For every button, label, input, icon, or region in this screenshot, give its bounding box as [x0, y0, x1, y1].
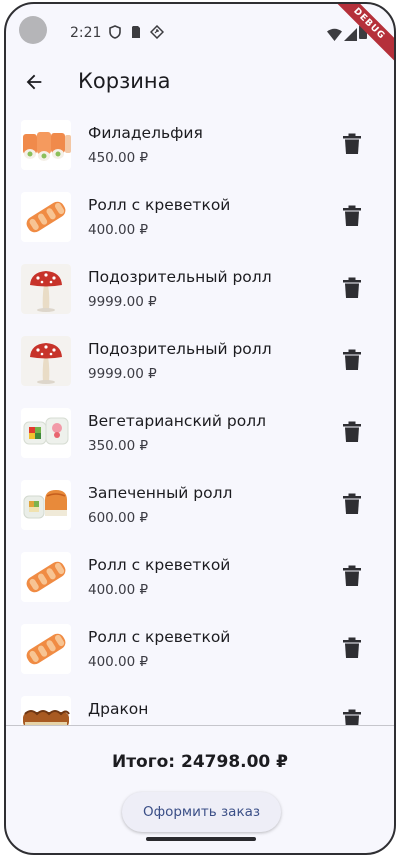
status-bar: 2:21	[6, 4, 394, 56]
item-price: 9999.00 ₽	[88, 366, 157, 382]
sim-card-icon	[129, 25, 143, 39]
delete-button[interactable]	[342, 277, 362, 299]
item-name: Вегетарианский ролл	[88, 412, 267, 430]
phone-frame: 2:21 DEBUG Корзина Филадельфия 450.00 ₽ …	[4, 2, 396, 855]
delete-button[interactable]	[342, 637, 362, 659]
item-price: 9999.00 ₽	[88, 294, 157, 310]
trash-icon	[343, 637, 361, 658]
cart-list[interactable]: Филадельфия 450.00 ₽ Ролл с креветкой 40…	[6, 108, 394, 726]
mushroom-image	[21, 336, 71, 386]
item-name: Филадельфия	[88, 124, 203, 142]
item-name: Подозрительный ролл	[88, 340, 272, 358]
shrimp-roll-image	[21, 192, 71, 242]
cart-item[interactable]: Филадельфия 450.00 ₽	[6, 108, 394, 180]
wifi-icon	[327, 26, 342, 41]
cart-item[interactable]: Ролл с креветкой 400.00 ₽	[6, 540, 394, 612]
trash-icon	[343, 421, 361, 442]
item-price: 400.00 ₽	[88, 222, 149, 238]
item-name: Ролл с креветкой	[88, 556, 231, 574]
cart-item[interactable]: Подозрительный ролл 9999.00 ₽	[6, 252, 394, 324]
trash-icon	[343, 565, 361, 586]
cart-item[interactable]: Вегетарианский ролл 350.00 ₽	[6, 396, 394, 468]
trash-icon	[343, 493, 361, 514]
cart-item[interactable]: Подозрительный ролл 9999.00 ₽	[6, 324, 394, 396]
cart-item[interactable]: Запеченный ролл 600.00 ₽	[6, 468, 394, 540]
mushroom-image	[21, 264, 71, 314]
order-total: Итого: 24798.00 ₽	[111, 752, 289, 772]
item-price: 600.00 ₽	[88, 510, 149, 526]
back-button[interactable]	[20, 68, 48, 96]
trash-icon	[343, 133, 361, 154]
delete-button[interactable]	[342, 565, 362, 587]
delete-button[interactable]	[342, 133, 362, 155]
item-name: Ролл с креветкой	[88, 628, 231, 646]
list-divider	[6, 725, 394, 726]
item-price: 350.00 ₽	[88, 438, 149, 454]
home-indicator[interactable]	[146, 837, 256, 841]
shrimp-roll-image	[21, 624, 71, 674]
item-price: 400.00 ₽	[88, 654, 149, 670]
item-name: Запеченный ролл	[88, 484, 233, 502]
arrow-back-icon	[26, 74, 42, 90]
trash-icon	[343, 205, 361, 226]
camera-cutout	[19, 16, 47, 44]
app-bar: Корзина	[6, 56, 394, 108]
delete-button[interactable]	[342, 205, 362, 227]
cart-item[interactable]: Ролл с креветкой 400.00 ₽	[6, 180, 394, 252]
item-name: Ролл с креветкой	[88, 196, 231, 214]
trash-icon	[343, 349, 361, 370]
page-title: Корзина	[78, 69, 171, 93]
checkout-button[interactable]: Оформить заказ	[122, 792, 281, 832]
trash-icon	[343, 277, 361, 298]
signal-icon	[344, 26, 357, 41]
shrimp-roll-image	[21, 552, 71, 602]
status-time: 2:21	[70, 25, 102, 41]
delete-button[interactable]	[342, 709, 362, 726]
item-price: 400.00 ₽	[88, 582, 149, 598]
cart-item[interactable]: Ролл с креветкой 400.00 ₽	[6, 612, 394, 684]
dragon-roll-image	[21, 696, 71, 726]
shield-icon	[108, 25, 122, 39]
cart-item[interactable]: Дракон	[6, 684, 394, 726]
item-name: Дракон	[88, 700, 149, 718]
trash-icon	[343, 709, 361, 726]
delete-button[interactable]	[342, 349, 362, 371]
location-icon	[150, 25, 164, 39]
delete-button[interactable]	[342, 421, 362, 443]
vegetarian-roll-image	[21, 408, 71, 458]
delete-button[interactable]	[342, 493, 362, 515]
item-name: Подозрительный ролл	[88, 268, 272, 286]
item-price: 450.00 ₽	[88, 150, 149, 166]
philadelphia-roll-image	[21, 120, 71, 170]
baked-roll-image	[21, 480, 71, 530]
